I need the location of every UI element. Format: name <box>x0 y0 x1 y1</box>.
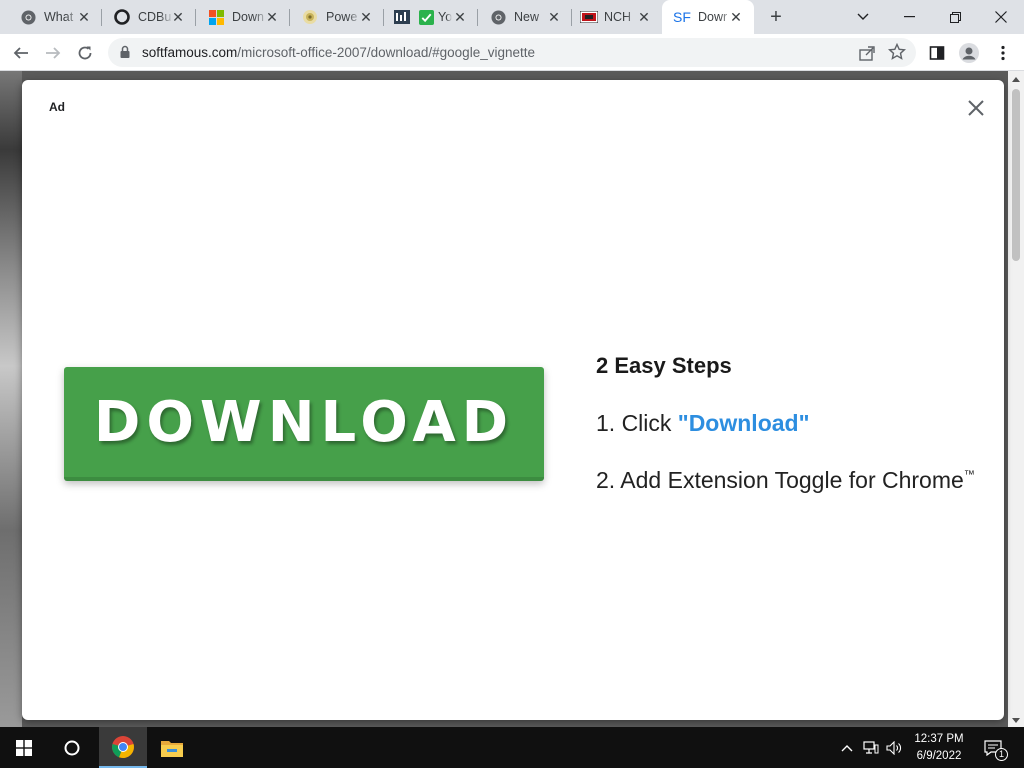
scroll-down-icon[interactable] <box>1012 718 1020 723</box>
cortana-circle-icon <box>64 740 80 755</box>
sf-icon: SF <box>673 9 691 25</box>
close-tab-icon[interactable]: ✕ <box>264 9 280 25</box>
scroll-up-icon[interactable] <box>1012 77 1020 82</box>
software-icon <box>302 9 318 25</box>
step-1: 1. Click "Download" <box>596 410 810 437</box>
profile-avatar-icon <box>959 43 979 63</box>
network-icon <box>863 741 879 754</box>
page-scrollbar[interactable] <box>1008 71 1024 727</box>
browser-tab[interactable]: What ✕ <box>8 0 102 34</box>
windows-logo-icon <box>16 739 32 756</box>
browser-tab[interactable]: New ✕ <box>478 0 572 34</box>
url-text[interactable]: softfamous.com/microsoft-office-2007/dow… <box>142 45 535 60</box>
browser-toolbar: softfamous.com/microsoft-office-2007/dow… <box>0 34 1024 71</box>
scrollbar-thumb[interactable] <box>1012 89 1020 261</box>
checkmark-icon <box>418 9 434 25</box>
windows-taskbar: 12:37 PM 6/9/2022 1 <box>0 727 1024 768</box>
back-button[interactable] <box>8 40 34 66</box>
folder-icon <box>161 740 183 757</box>
chrome-icon <box>20 9 36 25</box>
step-1-text: 1. Click <box>596 410 678 436</box>
microsoft-icon <box>208 9 224 25</box>
profile-button[interactable] <box>958 42 980 64</box>
close-tab-icon[interactable]: ✕ <box>170 9 186 25</box>
address-bar[interactable]: softfamous.com/microsoft-office-2007/dow… <box>108 38 916 67</box>
chrome-icon <box>490 9 506 25</box>
chrome-icon <box>112 735 134 758</box>
reload-button[interactable] <box>72 40 98 66</box>
tab-title: CDBu <box>138 10 172 24</box>
browser-tab-active[interactable]: SF Dowr ✕ <box>662 0 754 34</box>
action-center-button[interactable]: 1 <box>982 739 1008 761</box>
volume-icon <box>886 741 901 755</box>
opera-icon <box>114 9 130 25</box>
vignette-ad-dialog: Ad DOWNLOAD 2 Easy Steps 1. Click "Downl… <box>22 80 1004 720</box>
tab-title: NCH <box>604 10 632 24</box>
clock-time: 12:37 PM <box>914 733 964 745</box>
chevron-up-icon <box>841 745 853 752</box>
clock-date: 6/9/2022 <box>916 750 962 762</box>
new-tab-button[interactable]: + <box>764 6 788 28</box>
close-icon <box>995 11 1007 23</box>
close-tab-icon[interactable]: ✕ <box>76 9 92 25</box>
bookmark-star-icon[interactable] <box>888 43 906 61</box>
trademark-symbol: ™ <box>963 469 975 481</box>
arrow-left-icon <box>13 47 28 59</box>
tab-title: What <box>44 10 74 24</box>
download-button[interactable]: DOWNLOAD <box>64 367 544 481</box>
taskbar-file-explorer[interactable] <box>148 727 196 768</box>
chevron-down-icon <box>857 13 869 20</box>
close-tab-icon[interactable]: ✕ <box>728 9 744 25</box>
restore-icon <box>949 11 961 23</box>
notification-badge: 1 <box>995 748 1008 761</box>
arrow-right-icon <box>46 47 61 59</box>
lock-icon[interactable] <box>118 45 132 59</box>
media-icon <box>394 9 410 25</box>
minimize-button[interactable] <box>886 0 932 34</box>
search-button[interactable] <box>48 727 96 768</box>
nch-icon <box>580 9 598 25</box>
start-button[interactable] <box>0 727 48 768</box>
tab-title: Powe <box>326 10 358 24</box>
step-2: 2. Add Extension Toggle for Chrome™ <box>596 467 975 494</box>
tab-title: Down <box>232 10 264 24</box>
url-path: /microsoft-office-2007/download/#google_… <box>237 45 535 60</box>
close-tab-icon[interactable]: ✕ <box>546 9 562 25</box>
tab-strip: What ✕ CDBu ✕ Down ✕ Powe ✕ Yo ✕ New ✕ N… <box>0 0 1024 34</box>
side-panel-button[interactable] <box>926 42 948 64</box>
browser-tab[interactable]: NCH ✕ <box>572 0 662 34</box>
more-vert-icon <box>1001 45 1005 61</box>
browser-tab[interactable]: Yo ✕ <box>384 0 478 34</box>
ad-label: Ad <box>49 100 65 114</box>
close-window-button[interactable] <box>978 0 1024 34</box>
close-tab-icon[interactable]: ✕ <box>636 9 652 25</box>
restore-button[interactable] <box>932 0 978 34</box>
close-tab-icon[interactable]: ✕ <box>452 9 468 25</box>
step-2-text: 2. Add Extension Toggle for Chrome <box>596 467 964 493</box>
minimize-icon <box>903 16 915 18</box>
system-clock[interactable]: 12:37 PM 6/9/2022 <box>906 731 972 765</box>
taskbar-chrome[interactable] <box>99 727 147 768</box>
url-domain: softfamous.com <box>142 45 238 60</box>
tab-title: Yo <box>438 10 452 24</box>
close-ad-icon[interactable] <box>964 96 988 120</box>
share-icon[interactable] <box>858 44 876 62</box>
browser-tab[interactable]: Powe ✕ <box>290 0 384 34</box>
show-hidden-icons-button[interactable] <box>838 739 856 757</box>
reload-icon <box>78 46 92 60</box>
browser-tab[interactable]: Down ✕ <box>196 0 290 34</box>
volume-button[interactable] <box>885 739 903 757</box>
menu-button[interactable] <box>992 42 1014 64</box>
page-background <box>0 71 22 727</box>
forward-button[interactable] <box>40 40 66 66</box>
browser-tab[interactable]: CDBu ✕ <box>102 0 196 34</box>
network-button[interactable] <box>862 739 880 757</box>
step-1-download-link[interactable]: "Download" <box>678 410 810 436</box>
tab-search-button[interactable] <box>840 0 886 34</box>
download-button-label: DOWNLOAD <box>93 389 515 455</box>
side-panel-icon <box>929 46 945 60</box>
tab-title: New <box>514 10 540 24</box>
steps-title: 2 Easy Steps <box>596 353 732 378</box>
close-tab-icon[interactable]: ✕ <box>358 9 374 25</box>
